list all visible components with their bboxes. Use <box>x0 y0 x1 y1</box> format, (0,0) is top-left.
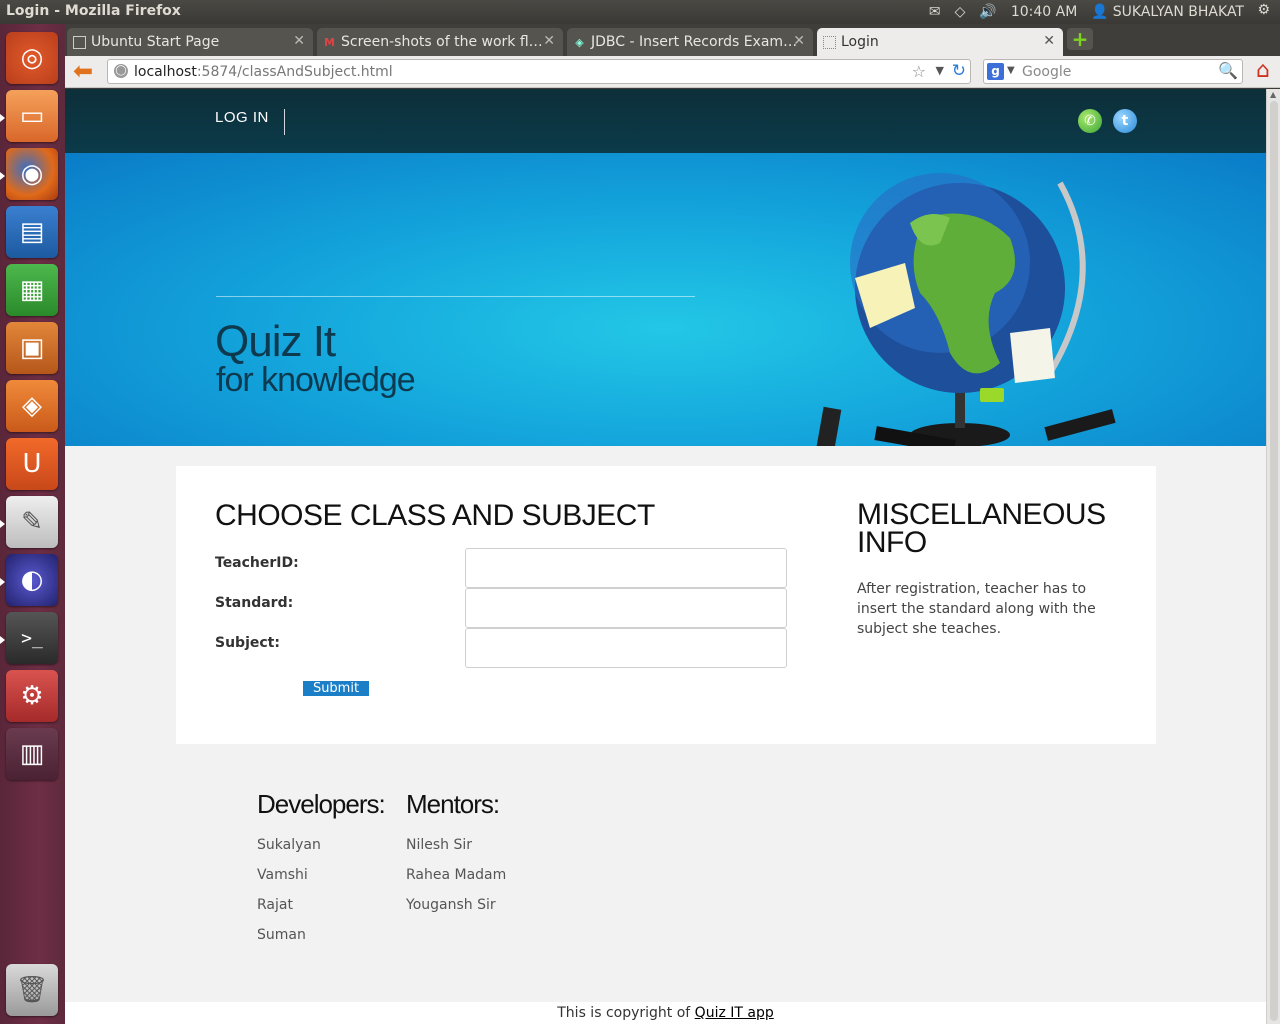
standard-label: Standard: <box>215 595 294 611</box>
brand-title: Quiz It <box>215 317 336 366</box>
trash-icon[interactable]: 🗑 <box>6 964 58 1016</box>
tab-label: JDBC - Insert Records Exam… <box>591 34 798 50</box>
launcher: ◎ ▭ ◉ ▤ ▦ ▣ ◈ U ✎ ◐ >_ ⚙ ▥ 🗑 <box>0 24 65 1024</box>
developers-heading: Developers: <box>257 789 386 819</box>
user-icon: 👤 <box>1091 4 1109 20</box>
tab-login[interactable]: Login ✕ <box>817 28 1063 56</box>
gmail-icon: M <box>324 36 335 49</box>
close-icon[interactable]: ✕ <box>293 33 305 49</box>
url-bar[interactable]: ◯ localhost:5874/classAndSubject.html ☆ … <box>107 59 971 84</box>
form-title: CHOOSE CLASS AND SUBJECT <box>215 499 655 532</box>
close-icon[interactable]: ✕ <box>1043 33 1055 49</box>
list-item: Suman <box>257 927 306 943</box>
subject-input[interactable] <box>465 628 787 668</box>
twitter-icon[interactable]: t <box>1113 109 1137 133</box>
scroll-up-icon[interactable]: ▲ <box>1270 90 1276 99</box>
home-icon[interactable]: ⌂ <box>1250 59 1276 85</box>
top-panel: Login - Mozilla Firefox ✉ ◇ 🔊 10:40 AM 👤… <box>0 0 1280 24</box>
impress-icon[interactable]: ▣ <box>6 322 58 374</box>
page-scrollbar[interactable]: ▲ <box>1266 89 1280 1024</box>
nav-login-link[interactable]: LOG IN <box>215 109 285 135</box>
power-gear-icon[interactable]: ⚙ <box>1257 2 1270 18</box>
close-icon[interactable]: ✕ <box>793 33 805 49</box>
url-text[interactable]: localhost:5874/classAndSubject.html <box>134 64 393 80</box>
workspace-switcher-icon[interactable]: ▥ <box>6 728 58 780</box>
eclipse-icon[interactable]: ◐ <box>6 554 58 606</box>
calc-icon[interactable]: ▦ <box>6 264 58 316</box>
reload-icon[interactable]: ↻ <box>952 61 966 81</box>
mail-icon[interactable]: ✉ <box>929 4 941 20</box>
network-icon[interactable]: ◇ <box>955 4 966 20</box>
site-icon: ◈ <box>575 36 584 49</box>
brand-tagline: for knowledge <box>216 361 416 399</box>
back-arrow-icon[interactable]: ⬅ <box>73 59 97 84</box>
tab-jdbc[interactable]: ◈ JDBC - Insert Records Exam… ✕ <box>567 28 813 56</box>
copyright-link[interactable]: Quiz IT app <box>695 1005 774 1021</box>
user-name: SUKALYAN BHAKAT <box>1112 4 1244 20</box>
volume-icon[interactable]: 🔊 <box>979 4 996 20</box>
tab-bar: Ubuntu Start Page ✕ M Screen-shots of th… <box>65 24 1280 56</box>
clock[interactable]: 10:40 AM <box>1011 4 1077 20</box>
content-card: CHOOSE CLASS AND SUBJECT TeacherID: Stan… <box>176 466 1156 744</box>
tab-ubuntu-start[interactable]: Ubuntu Start Page ✕ <box>67 28 313 56</box>
search-input[interactable]: Google <box>1022 64 1071 80</box>
firefox-icon[interactable]: ◉ <box>6 148 58 200</box>
misc-title: MISCELLANEOUS INFO <box>857 498 1106 559</box>
chevron-down-icon[interactable]: ▼ <box>936 64 944 77</box>
text-editor-icon[interactable]: ✎ <box>6 496 58 548</box>
teacher-id-input[interactable] <box>465 548 787 588</box>
files-icon[interactable]: ▭ <box>6 90 58 142</box>
system-tray: ✉ ◇ 🔊 10:40 AM 👤 SUKALYAN BHAKAT ⚙ <box>929 0 1280 24</box>
window-title: Login - Mozilla Firefox <box>6 3 181 19</box>
user-menu[interactable]: 👤 SUKALYAN BHAKAT <box>1091 4 1244 20</box>
new-tab-button[interactable]: + <box>1067 28 1093 50</box>
teacher-id-label: TeacherID: <box>215 555 299 571</box>
list-item: Vamshi <box>257 867 308 883</box>
list-item: Rahea Madam <box>406 867 507 883</box>
chevron-down-icon[interactable]: ▼ <box>1007 65 1015 76</box>
tab-label: Login <box>841 34 879 50</box>
search-icon[interactable]: 🔍 <box>1218 61 1238 80</box>
system-settings-icon[interactable]: ⚙ <box>6 670 58 722</box>
google-icon[interactable]: g <box>987 63 1004 80</box>
globe-illustration <box>816 173 1116 446</box>
page-icon <box>73 36 86 49</box>
scroll-thumb[interactable] <box>1270 101 1278 1021</box>
nav-bar: ⬅ ◯ localhost:5874/classAndSubject.html … <box>65 56 1280 88</box>
writer-icon[interactable]: ▤ <box>6 206 58 258</box>
software-center-icon[interactable]: ◈ <box>6 380 58 432</box>
mentors-list: Nilesh Sir Rahea Madam Yougansh Sir <box>406 837 506 927</box>
misc-text: After registration, teacher has to inser… <box>857 581 1096 637</box>
copyright-bar: This is copyright of Quiz IT app <box>65 1002 1266 1024</box>
list-item: Sukalyan <box>257 837 321 853</box>
terminal-icon[interactable]: >_ <box>6 612 58 664</box>
standard-input[interactable] <box>465 588 787 628</box>
ubuntu-one-icon[interactable]: U <box>6 438 58 490</box>
subject-label: Subject: <box>215 635 280 651</box>
close-icon[interactable]: ✕ <box>543 33 555 49</box>
list-item: Rajat <box>257 897 293 913</box>
globe-icon: ◯ <box>114 64 128 78</box>
mentors-heading: Mentors: <box>406 789 500 819</box>
tab-screen-shots[interactable]: M Screen-shots of the work fl… ✕ <box>317 28 563 56</box>
banner-divider <box>216 296 695 297</box>
page-viewport: LOG IN ✆ t Quiz It for knowledge CHOOSE … <box>65 89 1266 1024</box>
search-bar[interactable]: g ▼ Google 🔍 <box>983 59 1243 84</box>
tab-label: Screen-shots of the work fl… <box>341 34 543 50</box>
bookmark-star-icon[interactable]: ☆ <box>912 62 926 81</box>
list-item: Yougansh Sir <box>406 897 496 913</box>
hero-banner: Quiz It for knowledge <box>65 153 1266 446</box>
ubuntu-dash-icon[interactable]: ◎ <box>6 32 58 84</box>
submit-button[interactable]: Submit <box>303 681 369 696</box>
list-item: Nilesh Sir <box>406 837 473 853</box>
tab-label: Ubuntu Start Page <box>91 34 220 50</box>
site-navigation: LOG IN ✆ t <box>65 89 1266 153</box>
page-icon <box>823 36 836 49</box>
social-share-icon[interactable]: ✆ <box>1078 109 1102 133</box>
copyright-text: This is copyright of <box>557 1005 695 1021</box>
developers-list: Sukalyan Vamshi Rajat Suman <box>257 837 321 957</box>
